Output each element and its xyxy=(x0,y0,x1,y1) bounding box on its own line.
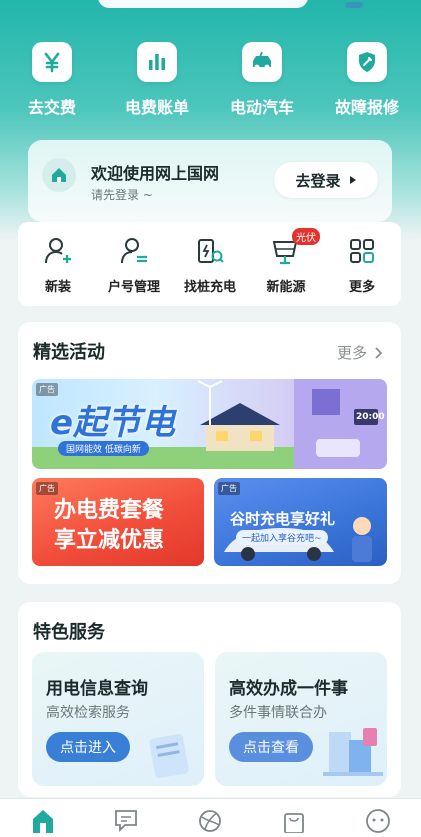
banner-energy-saving[interactable]: 广告 e起节电 国网能效 低碳向新 20:00 xyxy=(32,379,387,469)
feature-title: 用电信息查询 xyxy=(46,679,148,699)
search-bar[interactable] xyxy=(98,0,308,8)
service-label: 更多 xyxy=(348,280,375,295)
bar-chart-icon xyxy=(137,42,177,82)
service-new-energy[interactable]: 光伏 新能源 xyxy=(248,228,324,295)
message-icon xyxy=(115,810,137,833)
service-label: 户号管理 xyxy=(107,280,160,295)
profile-icon xyxy=(366,809,390,833)
quick-action-label: 电费账单 xyxy=(124,98,189,117)
feature-usage-query[interactable]: 用电信息查询 高效检索服务 点击进入 xyxy=(32,652,204,786)
banner-line2: 享立减优惠 xyxy=(54,528,165,553)
quick-action-label: 故障报修 xyxy=(334,98,399,117)
service-label: 找桩充电 xyxy=(183,280,236,295)
user-add-icon xyxy=(20,234,96,268)
bag-icon xyxy=(284,813,304,833)
new-energy-badge: 光伏 xyxy=(292,228,320,245)
nav-message[interactable] xyxy=(111,807,141,837)
clock-display: 20:00 xyxy=(356,412,385,422)
account-manage-icon xyxy=(96,234,172,268)
view-button[interactable]: 点击查看 xyxy=(229,732,313,762)
feature-subtitle: 高效检索服务 xyxy=(46,705,130,721)
service-grid: 新装 户号管理 找桩充电 光伏 新能源 更多 xyxy=(18,222,401,306)
solar-panel-icon: 光伏 xyxy=(248,228,324,268)
login-hint: 请先登录 ~ xyxy=(91,188,153,202)
yen-icon xyxy=(32,42,72,82)
grid-icon xyxy=(324,234,400,268)
header-hero: 去交费 电费账单 电动汽车 故障报修 欢迎使用网上国网 请先登录 ~ 去登录 xyxy=(0,0,421,240)
service-label: 新能源 xyxy=(266,280,306,295)
nav-profile[interactable] xyxy=(363,807,393,837)
welcome-text: 欢迎使用网上国网 xyxy=(91,164,220,183)
nav-mall[interactable] xyxy=(279,807,309,837)
charging-search-icon xyxy=(172,234,248,268)
login-button-label: 去登录 xyxy=(295,171,341,190)
service-more[interactable]: 更多 xyxy=(324,234,400,295)
home-icon xyxy=(42,158,76,192)
banner-line2: 一起加入享谷充吧~ xyxy=(236,530,328,545)
section-title: 特色服务 xyxy=(33,622,105,643)
bottom-navigation xyxy=(0,798,421,837)
ev-car-icon xyxy=(242,42,282,82)
quick-action-label: 电动汽车 xyxy=(229,98,294,117)
quick-action-ev[interactable]: 电动汽车 xyxy=(210,42,314,118)
service-account-manage[interactable]: 户号管理 xyxy=(96,234,172,295)
quick-action-bill[interactable]: 电费账单 xyxy=(105,42,209,118)
quick-action-repair[interactable]: 故障报修 xyxy=(315,42,419,118)
banner-bill-package[interactable]: 广告 办电费套餐 享立减优惠 xyxy=(32,478,204,566)
section-title: 精选活动 xyxy=(33,342,105,363)
document-illustration-icon xyxy=(149,733,189,779)
play-arrow-icon xyxy=(349,176,356,184)
banner-line1: 办电费套餐 xyxy=(54,498,165,523)
home-icon xyxy=(33,810,53,833)
nav-explore[interactable] xyxy=(195,807,225,837)
feature-title: 高效办成一件事 xyxy=(229,679,348,699)
feature-one-stop[interactable]: 高效办成一件事 多件事情联合办 点击查看 xyxy=(215,652,387,786)
nav-home[interactable] xyxy=(28,807,58,837)
decoration xyxy=(345,2,363,8)
login-button[interactable]: 去登录 xyxy=(274,162,378,198)
quick-action-pay[interactable]: 去交费 xyxy=(0,42,104,118)
banner-line1: 谷时充电享好礼 xyxy=(230,510,336,528)
feature-subtitle: 多件事情联合办 xyxy=(229,705,327,721)
featured-services: 特色服务 用电信息查询 高效检索服务 点击进入 高效办成一件事 多件事情联合办 … xyxy=(18,602,401,797)
featured-activities: 精选活动 更多 广告 e起节电 国网能效 低碳向新 20:00 广告 办电费套餐… xyxy=(18,322,401,584)
quick-action-label: 去交费 xyxy=(27,98,76,117)
banner-headline: e起节电 xyxy=(50,403,176,443)
more-link[interactable]: 更多 xyxy=(337,342,383,363)
explore-icon xyxy=(199,810,221,832)
banner-slogan: 国网能效 低碳向新 xyxy=(58,441,149,456)
enter-button[interactable]: 点击进入 xyxy=(46,732,130,762)
service-label: 新装 xyxy=(44,280,71,295)
login-card: 欢迎使用网上国网 请先登录 ~ 去登录 xyxy=(28,140,392,222)
quick-actions: 去交费 电费账单 电动汽车 故障报修 xyxy=(0,42,421,122)
building-illustration-icon xyxy=(323,728,383,776)
banner-off-peak-charging[interactable]: 广告 谷时充电享好礼 一起加入享谷充吧~ xyxy=(214,478,387,566)
service-new-install[interactable]: 新装 xyxy=(20,234,96,295)
repair-shield-icon xyxy=(347,42,387,82)
service-find-charger[interactable]: 找桩充电 xyxy=(172,234,248,295)
more-label: 更多 xyxy=(336,344,367,362)
chevron-right-icon xyxy=(375,346,383,359)
